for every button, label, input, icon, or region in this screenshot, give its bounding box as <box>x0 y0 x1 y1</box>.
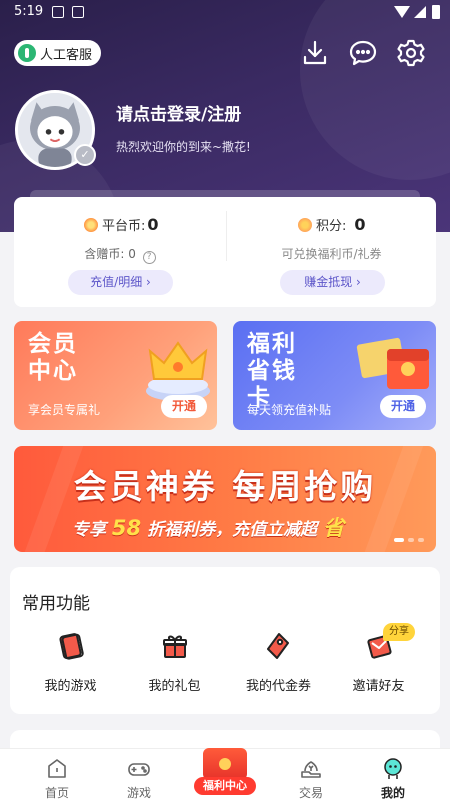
points-icon <box>298 217 312 232</box>
coupon-tag-icon <box>264 631 294 661</box>
download-icon[interactable] <box>300 38 330 68</box>
tab-mine[interactable]: 我的 <box>348 757 438 800</box>
tab-welfare-label: 福利中心 <box>194 777 256 795</box>
my-games-button[interactable]: 我的游戏 <box>17 631 124 694</box>
my-gifts-label: 我的礼包 <box>148 679 201 694</box>
carousel-dots <box>394 538 424 542</box>
coupon-banner[interactable]: 会员神券 每周抢购 专享 58 折福利券，充值立减超 省 <box>14 446 436 552</box>
invite-friends-label: 邀请好友 <box>352 679 405 694</box>
tab-home-label: 首页 <box>44 786 69 800</box>
app-notification-icon <box>72 6 84 18</box>
my-gifts-button[interactable]: 我的礼包 <box>121 631 228 694</box>
tab-trade-label: 交易 <box>298 786 323 800</box>
savings-card[interactable]: 福利省钱卡 每天领充值补贴 开通 <box>233 321 436 430</box>
common-functions-card: 常用功能 我的游戏 我的礼包 我的代金券 邀请好友 分享 <box>10 567 440 714</box>
profile-icon <box>381 757 405 781</box>
vip-title: 会员中心 <box>28 331 78 384</box>
carousel-dot <box>418 538 424 542</box>
trade-icon <box>299 757 323 781</box>
my-games-label: 我的游戏 <box>44 679 97 694</box>
carousel-dot <box>394 538 404 542</box>
banner-subline-prefix: 专享 <box>72 520 106 540</box>
earn-cash-button[interactable]: 赚金抵现 › <box>280 270 385 295</box>
message-icon[interactable] <box>348 38 378 68</box>
vip-subtitle: 享会员专属礼 <box>28 403 101 417</box>
verified-badge-icon: ✓ <box>74 144 96 166</box>
savings-open-button[interactable]: 开通 <box>380 395 426 418</box>
invite-friends-button[interactable]: 邀请好友 <box>325 631 432 694</box>
banner-subline-highlight: 省 <box>323 516 344 540</box>
wifi-icon <box>394 6 410 18</box>
functions-title: 常用功能 <box>22 594 90 614</box>
points-value: 0 <box>354 215 366 234</box>
help-question-icon[interactable]: ? <box>142 251 156 264</box>
points-row[interactable]: 积分: 0 <box>298 215 366 234</box>
tab-home[interactable]: 首页 <box>12 757 102 800</box>
my-coupons-button[interactable]: 我的代金券 <box>225 631 332 694</box>
platform-coin-value: 0 <box>147 215 159 234</box>
savings-subtitle: 每天领充值补贴 <box>247 403 332 417</box>
envelope-icon <box>356 337 429 389</box>
tab-mine-label: 我的 <box>380 786 405 800</box>
gift-coin-value: 0 <box>128 247 136 261</box>
platform-coin-label: 平台币: <box>102 219 146 234</box>
customer-service-button[interactable]: 人工客服 <box>14 40 102 66</box>
customer-service-icon <box>18 44 36 62</box>
tab-welfare-center[interactable]: 福利中心 <box>190 748 260 796</box>
exchange-text: 可兑换福利币/礼券 <box>281 247 382 261</box>
tab-trade[interactable]: 交易 <box>266 757 356 800</box>
banner-subline: 专享 58 折福利券，充值立减超 省 <box>72 512 344 542</box>
banner-discount-number: 58 <box>111 516 142 540</box>
home-icon <box>45 757 69 781</box>
share-tag: 分享 <box>383 623 415 641</box>
gift-coin-label: 含赠币: <box>84 247 125 261</box>
carousel-dot <box>408 538 414 542</box>
banner-headline: 会员神券 每周抢购 <box>73 467 377 506</box>
my-coupons-label: 我的代金券 <box>245 679 311 694</box>
savings-title: 福利省钱卡 <box>247 331 297 411</box>
vip-center-card[interactable]: 会员中心 享会员专属礼 开通 <box>14 321 217 430</box>
points-label: 积分: <box>316 219 347 234</box>
game-card-icon <box>56 631 86 661</box>
battery-icon <box>432 5 440 19</box>
signal-icon <box>414 6 426 18</box>
vip-open-button[interactable]: 开通 <box>161 395 207 418</box>
login-register-link[interactable]: 请点击登录/注册 <box>116 100 241 125</box>
tab-games[interactable]: 游戏 <box>94 757 184 800</box>
platform-coin-icon <box>84 217 98 232</box>
settings-gear-icon[interactable] <box>396 38 426 68</box>
banner-subline-middle: 折福利券，充值立减超 <box>147 520 318 540</box>
customer-service-label: 人工客服 <box>40 47 93 63</box>
gamepad-icon <box>127 757 151 781</box>
welcome-text: 热烈欢迎你的到来~撒花! <box>116 140 251 154</box>
gift-coin-row: 含赠币: 0 ? <box>14 245 226 264</box>
red-envelope-icon <box>203 748 247 780</box>
tab-games-label: 游戏 <box>126 786 151 800</box>
gift-icon <box>160 631 190 661</box>
recharge-details-button[interactable]: 充值/明细 › <box>68 270 173 295</box>
status-time: 5:19 <box>14 4 44 19</box>
platform-coin-row[interactable]: 平台币: 0 <box>84 215 159 234</box>
wallet-card: 平台币: 0 积分: 0 含赠币: 0 ? 可兑换福利币/礼券 充值/明细 › … <box>14 197 436 307</box>
image-notification-icon <box>52 6 64 18</box>
status-bar: 5:19 <box>0 0 450 26</box>
